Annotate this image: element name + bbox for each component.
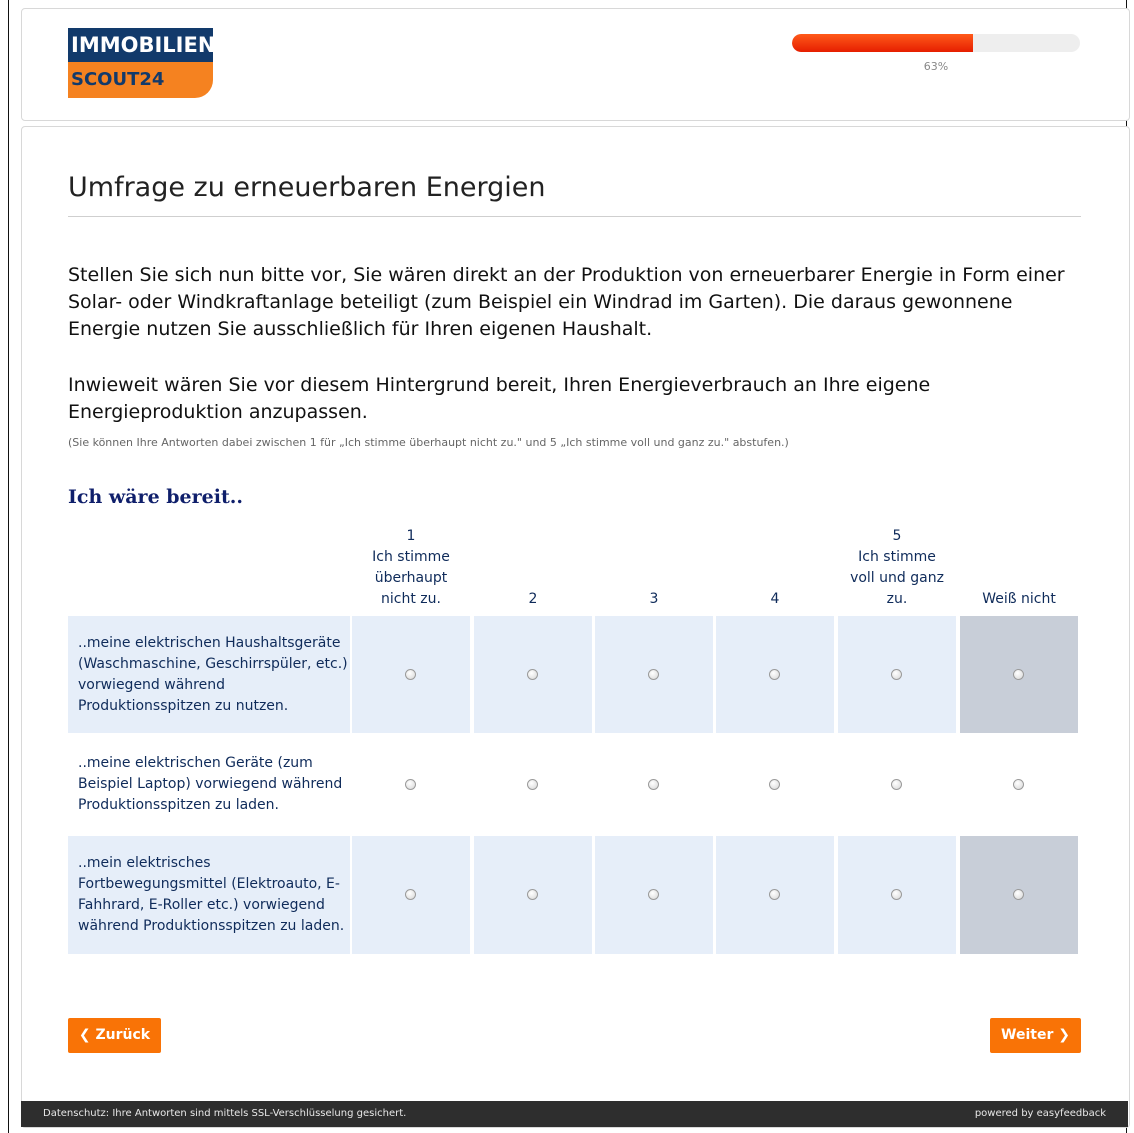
column-header-4: 4 [770, 591, 780, 607]
radio-row3-option5[interactable] [891, 889, 902, 900]
page-title: Umfrage zu erneuerbaren Energien [68, 172, 546, 203]
intro-text: Stellen Sie sich nun bitte vor, Sie wäre… [68, 264, 1065, 340]
column-header-6: Weiß nicht [982, 591, 1056, 607]
powered-by-link[interactable]: powered by easyfeedback [975, 1101, 1106, 1127]
column-header-3: 3 [649, 591, 659, 607]
radio-row1-option4[interactable] [769, 668, 780, 680]
next-button[interactable]: Weiter ❯ [990, 1018, 1081, 1053]
progress-label: 63% [923, 60, 949, 73]
progress-bar [792, 34, 1080, 52]
immobilienscout24-logo[interactable]: IMMOBILIEN SCOUT24 [68, 28, 215, 98]
radio-row3-option6[interactable] [1013, 889, 1024, 900]
column-header-1: 1 Ich stimme überhaupt nicht zu. [372, 528, 450, 607]
radio-row3-option2[interactable] [527, 889, 538, 900]
radio-row1-option6[interactable] [1013, 668, 1024, 680]
question-text: Inwieweit wären Sie vor diesem Hintergru… [68, 374, 931, 423]
matrix-heading: Ich wäre bereit.. [68, 486, 243, 508]
matrix-row-label: ..mein elektrisches Fortbewegungsmittel … [78, 855, 345, 934]
radio-row1-option5[interactable] [891, 668, 902, 680]
column-header-5: 5 Ich stimme voll und ganz zu. [850, 528, 944, 607]
logo-line2: SCOUT24 [68, 62, 213, 98]
radio-row2-option6[interactable] [1013, 778, 1024, 790]
matrix-row-label: ..meine elektrischen Geräte (zum Beispie… [78, 755, 343, 813]
radio-row2-option3[interactable] [648, 778, 659, 790]
radio-row2-option4[interactable] [769, 778, 780, 790]
radio-row1-option2[interactable] [527, 668, 538, 680]
footer-bar: Datenschutz: Ihre Antworten sind mittels… [21, 1101, 1128, 1127]
logo-line1: IMMOBILIEN [68, 28, 215, 62]
scale-hint: (Sie können Ihre Antworten dabei zwische… [68, 436, 789, 449]
radio-row1-option1[interactable] [405, 668, 416, 680]
privacy-notice: Datenschutz: Ihre Antworten sind mittels… [43, 1108, 407, 1119]
back-button[interactable]: ❮ Zurück [68, 1018, 161, 1053]
column-header-2: 2 [528, 591, 538, 607]
radio-row3-option3[interactable] [648, 889, 659, 900]
title-divider [68, 216, 1081, 217]
radio-row2-option2[interactable] [527, 778, 538, 790]
progress-bar-fill [792, 34, 974, 52]
radio-row3-option1[interactable] [405, 889, 416, 900]
matrix-row-label: ..meine elektrischen Haushaltsgeräte (Wa… [78, 634, 348, 714]
window-border-left [8, 0, 9, 1133]
radio-row3-option4[interactable] [769, 889, 780, 900]
radio-row2-option1[interactable] [405, 778, 416, 790]
radio-row2-option5[interactable] [891, 778, 902, 790]
radio-row1-option3[interactable] [648, 668, 659, 680]
